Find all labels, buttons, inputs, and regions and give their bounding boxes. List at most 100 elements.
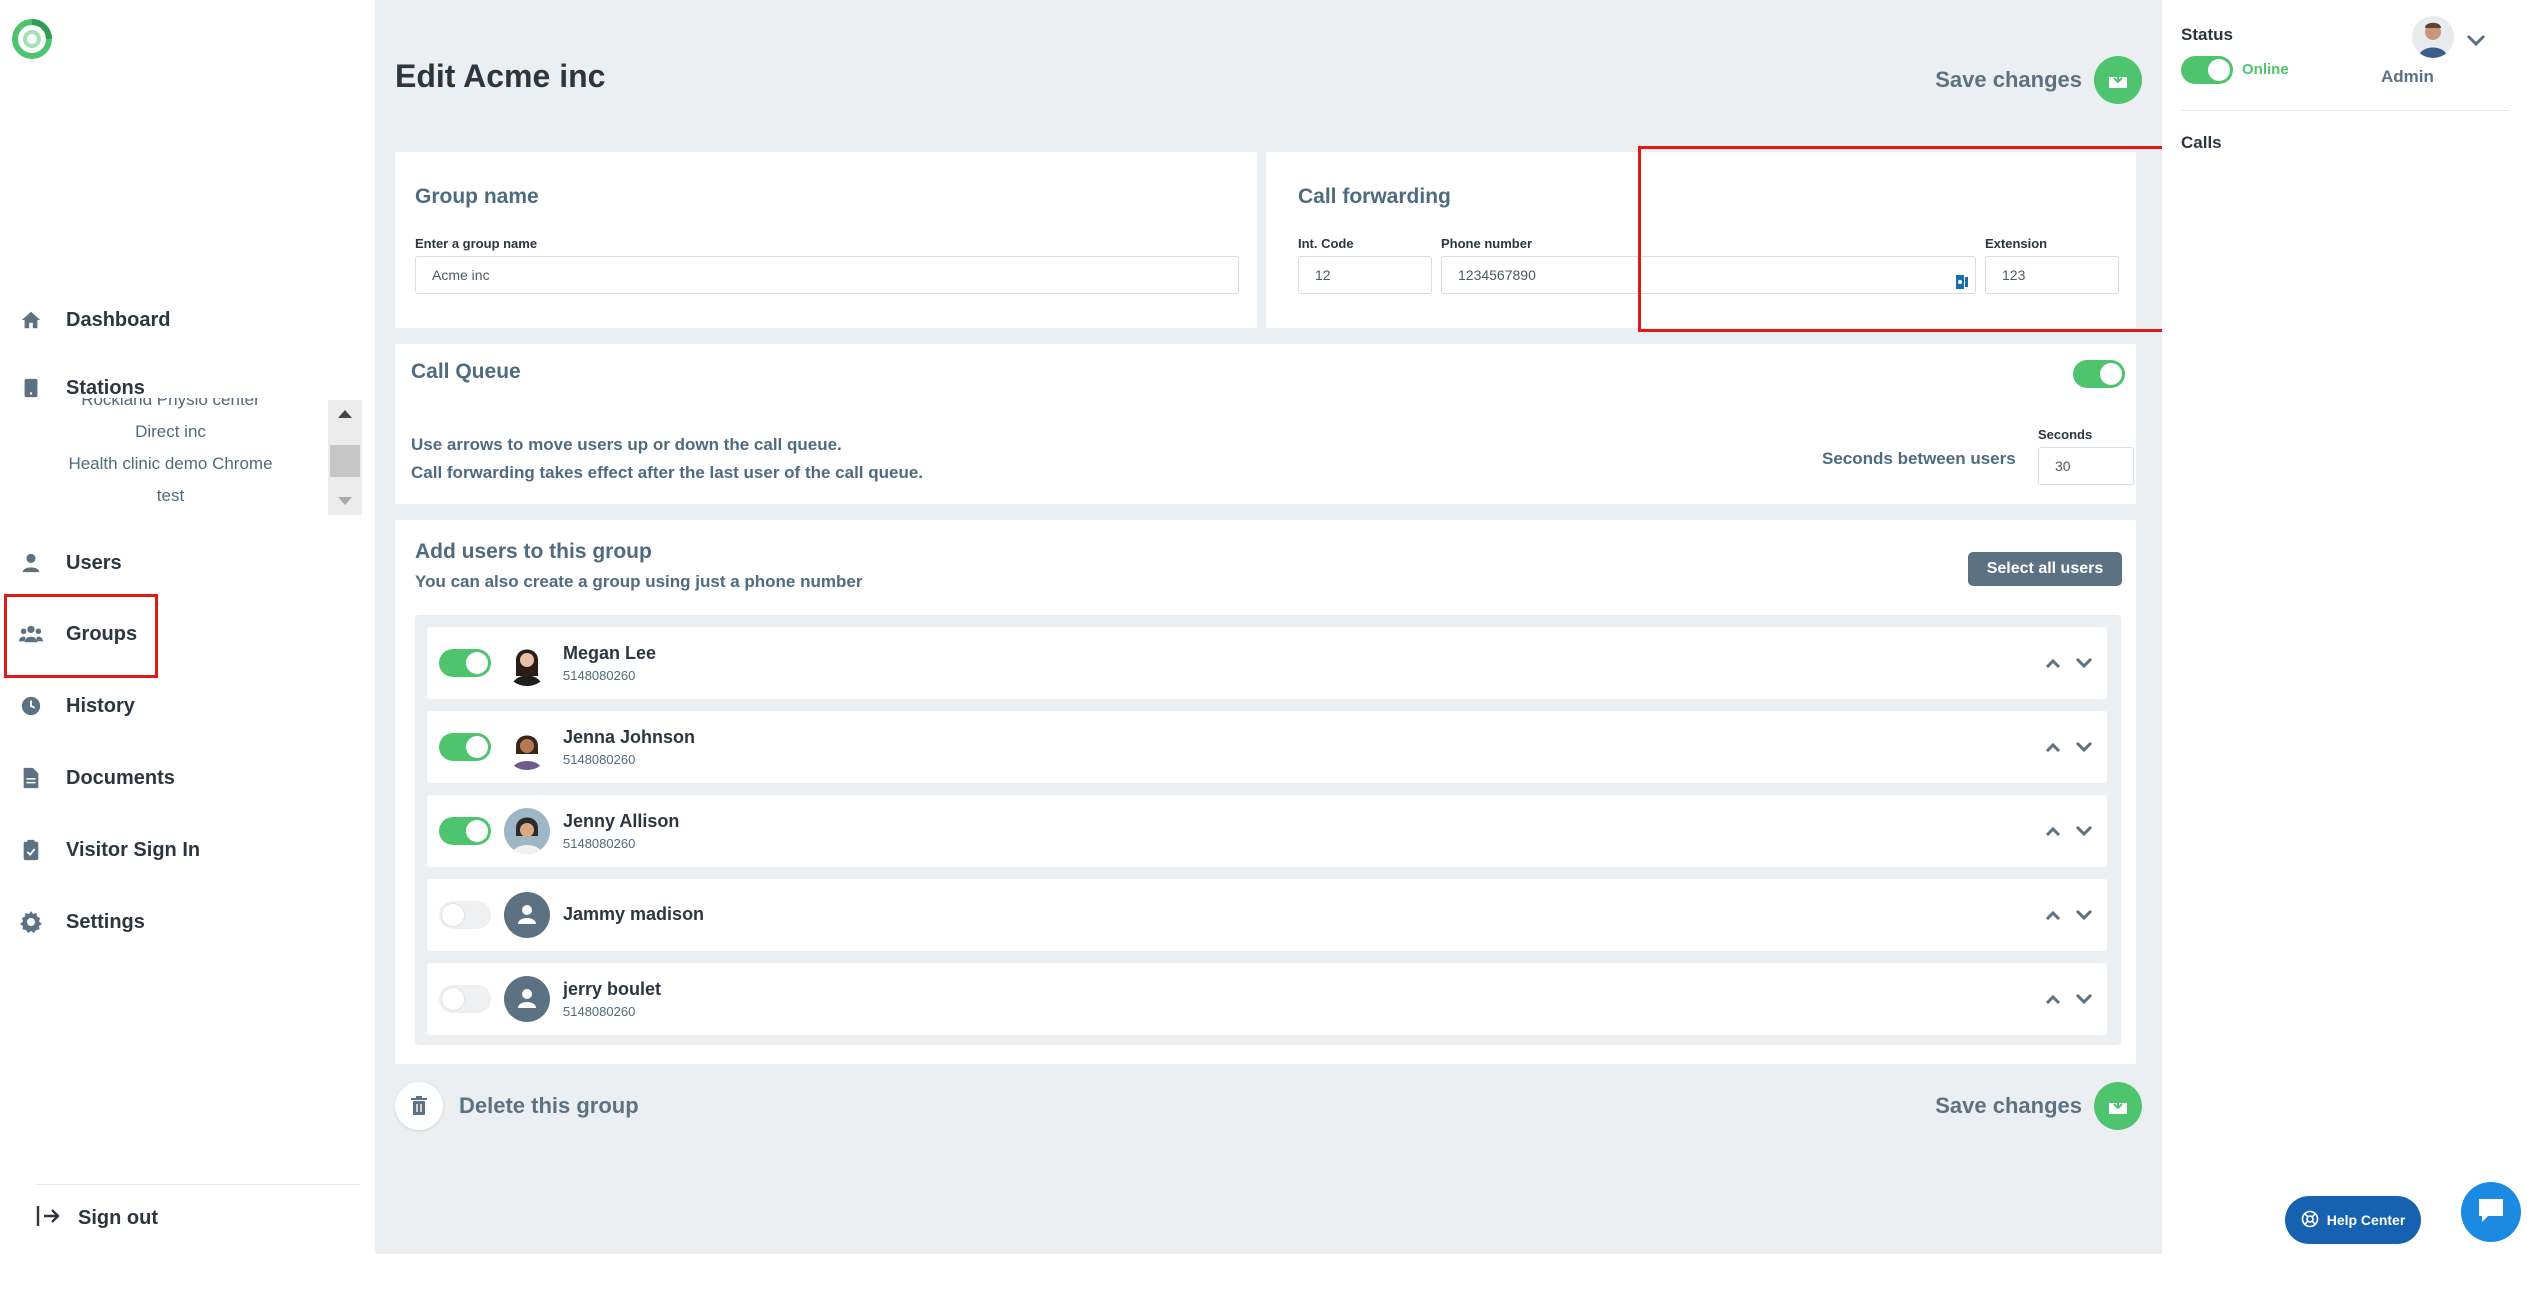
user-row: Jenna Johnson 5148080260 [427, 711, 2107, 783]
groups-highlight-box [4, 594, 158, 678]
move-down-icon[interactable] [2072, 735, 2096, 759]
group-name-input[interactable]: Acme inc [415, 256, 1239, 294]
calls-label: Calls [2181, 133, 2222, 152]
station-item[interactable]: Health clinic demo Chrome [18, 448, 323, 480]
move-down-icon[interactable] [2072, 903, 2096, 927]
nav-visitor-sign-in[interactable]: Visitor Sign In [18, 830, 200, 870]
user-phone: 5148080260 [563, 836, 636, 851]
int-code-input[interactable]: 12 [1298, 256, 1432, 294]
user-name: Jenny Allison [563, 811, 680, 831]
nav-label: Visitor Sign In [66, 838, 201, 861]
station-item[interactable]: Direct inc [18, 416, 323, 448]
user-toggle[interactable] [439, 733, 491, 761]
move-down-icon[interactable] [2072, 651, 2096, 675]
clipboard-check-icon [18, 837, 44, 863]
user-toggle[interactable] [439, 901, 491, 929]
scroll-down-icon[interactable] [328, 487, 362, 515]
avatar [504, 808, 550, 854]
avatar [504, 724, 550, 770]
user-row: jerry boulet 5148080260 [427, 963, 2107, 1035]
user-name: Jammy madison [563, 904, 705, 924]
scroll-up-icon[interactable] [328, 400, 362, 428]
nav-label: Settings [66, 910, 145, 933]
online-label: Online [2242, 61, 2289, 78]
stations-list: Rockland Physio center Direct inc Health… [18, 398, 362, 513]
status-toggle[interactable] [2181, 56, 2233, 84]
group-name-card: Group name Enter a group name Acme inc [395, 152, 1257, 328]
group-name-title: Group name [415, 185, 539, 208]
phone-number-label: Phone number [1441, 236, 1533, 251]
group-name-field-label: Enter a group name [415, 236, 538, 251]
admin-avatar[interactable] [2412, 16, 2454, 58]
move-down-icon[interactable] [2072, 819, 2096, 843]
station-item[interactable]: Rockland Physio center [18, 398, 323, 416]
nav-label: Dashboard [66, 308, 171, 331]
scroll-thumb[interactable] [330, 445, 360, 477]
app-logo[interactable] [10, 17, 54, 61]
sidebar: Dashboard Stations Rockland Physio cente… [0, 0, 375, 1254]
nav-label: Documents [66, 766, 175, 789]
help-center-button[interactable]: Help Center [2285, 1196, 2421, 1244]
save-changes-button-bottom[interactable]: Save changes [1935, 1082, 2142, 1130]
int-code-label: Int. Code [1298, 236, 1354, 251]
user-row: Jenny Allison 5148080260 [427, 795, 2107, 867]
chat-button[interactable] [2461, 1182, 2521, 1242]
user-name: jerry boulet [563, 979, 662, 999]
move-up-icon[interactable] [2041, 987, 2065, 1011]
user-toggle[interactable] [439, 649, 491, 677]
nav-label: Users [66, 551, 122, 574]
nav-users[interactable]: Users [18, 543, 122, 583]
add-users-subtitle: You can also create a group using just a… [415, 572, 863, 591]
user-phone: 5148080260 [563, 668, 636, 683]
nav-history[interactable]: History [18, 686, 135, 726]
move-up-icon[interactable] [2041, 651, 2065, 675]
avatar [504, 640, 550, 686]
nav-documents[interactable]: Documents [18, 758, 175, 798]
clock-icon [18, 693, 44, 719]
seconds-input[interactable]: 30 [2038, 447, 2134, 485]
sign-out-label: Sign out [78, 1206, 158, 1229]
call-queue-help-2: Call forwarding takes effect after the l… [411, 463, 924, 482]
trash-icon [395, 1082, 443, 1130]
phone-number-value: 1234567890 [1458, 267, 1536, 283]
chevron-down-icon[interactable] [2464, 28, 2488, 52]
sidebar-divider [36, 1184, 360, 1185]
sign-out-icon [36, 1204, 62, 1233]
add-users-title: Add users to this group [415, 540, 652, 563]
move-up-icon[interactable] [2041, 819, 2065, 843]
user-phone: 5148080260 [563, 1004, 636, 1019]
nav-settings[interactable]: Settings [18, 902, 145, 942]
delete-group-button[interactable]: Delete this group [395, 1082, 639, 1130]
user-toggle[interactable] [439, 817, 491, 845]
select-all-users-button[interactable]: Select all users [1968, 552, 2122, 586]
right-panel-divider [2181, 110, 2509, 111]
save-label: Save changes [1935, 1093, 2082, 1118]
call-queue-title: Call Queue [411, 360, 521, 383]
page-title: Edit Acme inc [395, 58, 606, 94]
save-icon [2094, 56, 2142, 104]
user-name: Megan Lee [563, 643, 657, 663]
document-icon [18, 765, 44, 791]
call-queue-card: Call Queue Use arrows to move users up o… [395, 344, 2136, 504]
save-changes-button-top[interactable]: Save changes [1935, 56, 2142, 104]
nav-dashboard[interactable]: Dashboard [18, 300, 170, 340]
call-queue-help-1: Use arrows to move users up or down the … [411, 435, 842, 454]
call-queue-toggle[interactable] [2073, 360, 2125, 388]
help-center-label: Help Center [2326, 1212, 2406, 1228]
add-users-card: Add users to this group You can also cre… [395, 520, 2136, 1064]
move-down-icon[interactable] [2072, 987, 2096, 1011]
main-content: Edit Acme inc Save changes Group name En… [375, 0, 2513, 1254]
home-icon [18, 307, 44, 333]
user-phone: 5148080260 [563, 752, 636, 767]
move-up-icon[interactable] [2041, 903, 2065, 927]
save-label: Save changes [1935, 67, 2082, 92]
user-icon [18, 550, 44, 576]
station-item[interactable]: test [18, 480, 323, 512]
move-up-icon[interactable] [2041, 735, 2065, 759]
sign-out-button[interactable]: Sign out [36, 1200, 158, 1236]
gear-icon [18, 909, 44, 935]
users-list: Megan Lee 5148080260 Jenna Johnson 51480… [415, 615, 2121, 1045]
stations-scrollbar[interactable] [328, 400, 362, 515]
user-toggle[interactable] [439, 985, 491, 1013]
delete-label: Delete this group [459, 1093, 639, 1118]
